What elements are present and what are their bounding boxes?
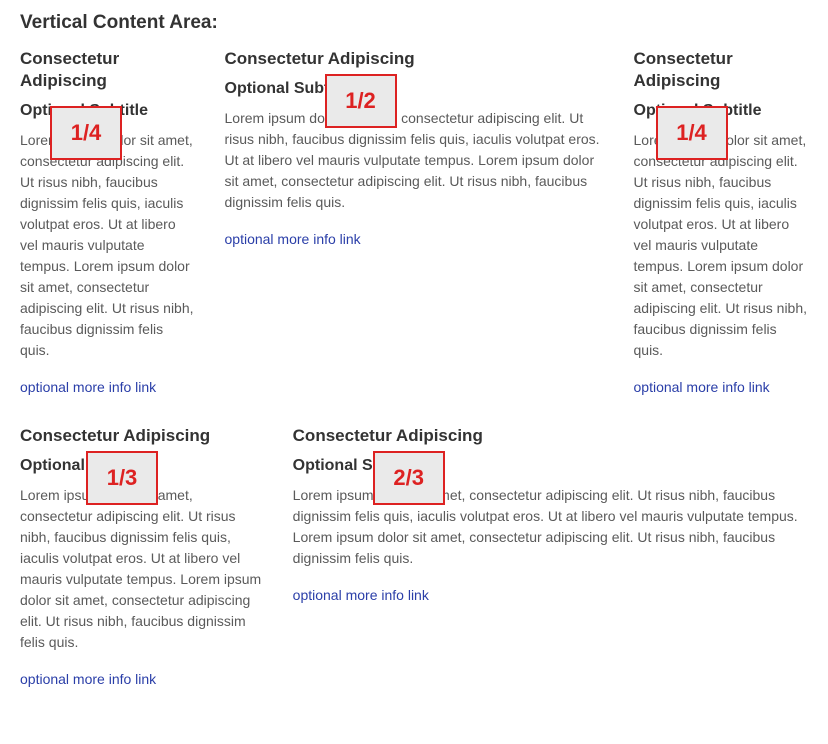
card-subtitle: Optional Subtitle — [293, 457, 808, 475]
more-info-link[interactable]: optional more info link — [20, 379, 156, 395]
card-3: 1/4 Consectetur Adipiscing Optional Subt… — [634, 48, 809, 397]
card-subtitle: Optional Subtitle — [225, 80, 604, 98]
more-info-link[interactable]: optional more info link — [225, 231, 361, 247]
fraction-badge: 1/4 — [656, 106, 728, 160]
card-5: 2/3 Consectetur Adipiscing Optional Subt… — [293, 425, 808, 689]
card-body: Lorem ipsum dolor sit amet, consectetur … — [225, 108, 604, 213]
row-2: 1/3 Consectetur Adipiscing Optional Subt… — [20, 425, 808, 689]
card-title: Consectetur Adipiscing — [293, 425, 808, 447]
card-title: Consectetur Adipiscing — [634, 48, 809, 92]
card-body: Lorem ipsum dolor sit amet, consectetur … — [20, 485, 263, 653]
card-body: Lorem ipsum dolor sit amet, consectetur … — [634, 130, 809, 361]
row-1: 1/4 Consectetur Adipiscing Optional Subt… — [20, 48, 808, 397]
more-info-link[interactable]: optional more info link — [20, 671, 156, 687]
card-title: Consectetur Adipiscing — [225, 48, 604, 70]
fraction-badge: 1/3 — [86, 451, 158, 505]
section-heading: Vertical Content Area: — [20, 12, 808, 34]
card-title: Consectetur Adipiscing — [20, 48, 195, 92]
card-body: Lorem ipsum dolor sit amet, consectetur … — [293, 485, 808, 569]
fraction-badge: 1/2 — [325, 74, 397, 128]
fraction-badge: 2/3 — [373, 451, 445, 505]
card-4: 1/3 Consectetur Adipiscing Optional Subt… — [20, 425, 263, 689]
card-1: 1/4 Consectetur Adipiscing Optional Subt… — [20, 48, 195, 397]
card-body: Lorem ipsum dolor sit amet, consectetur … — [20, 130, 195, 361]
more-info-link[interactable]: optional more info link — [634, 379, 770, 395]
card-2: 1/2 Consectetur Adipiscing Optional Subt… — [225, 48, 604, 397]
card-title: Consectetur Adipiscing — [20, 425, 263, 447]
more-info-link[interactable]: optional more info link — [293, 587, 429, 603]
fraction-badge: 1/4 — [50, 106, 122, 160]
